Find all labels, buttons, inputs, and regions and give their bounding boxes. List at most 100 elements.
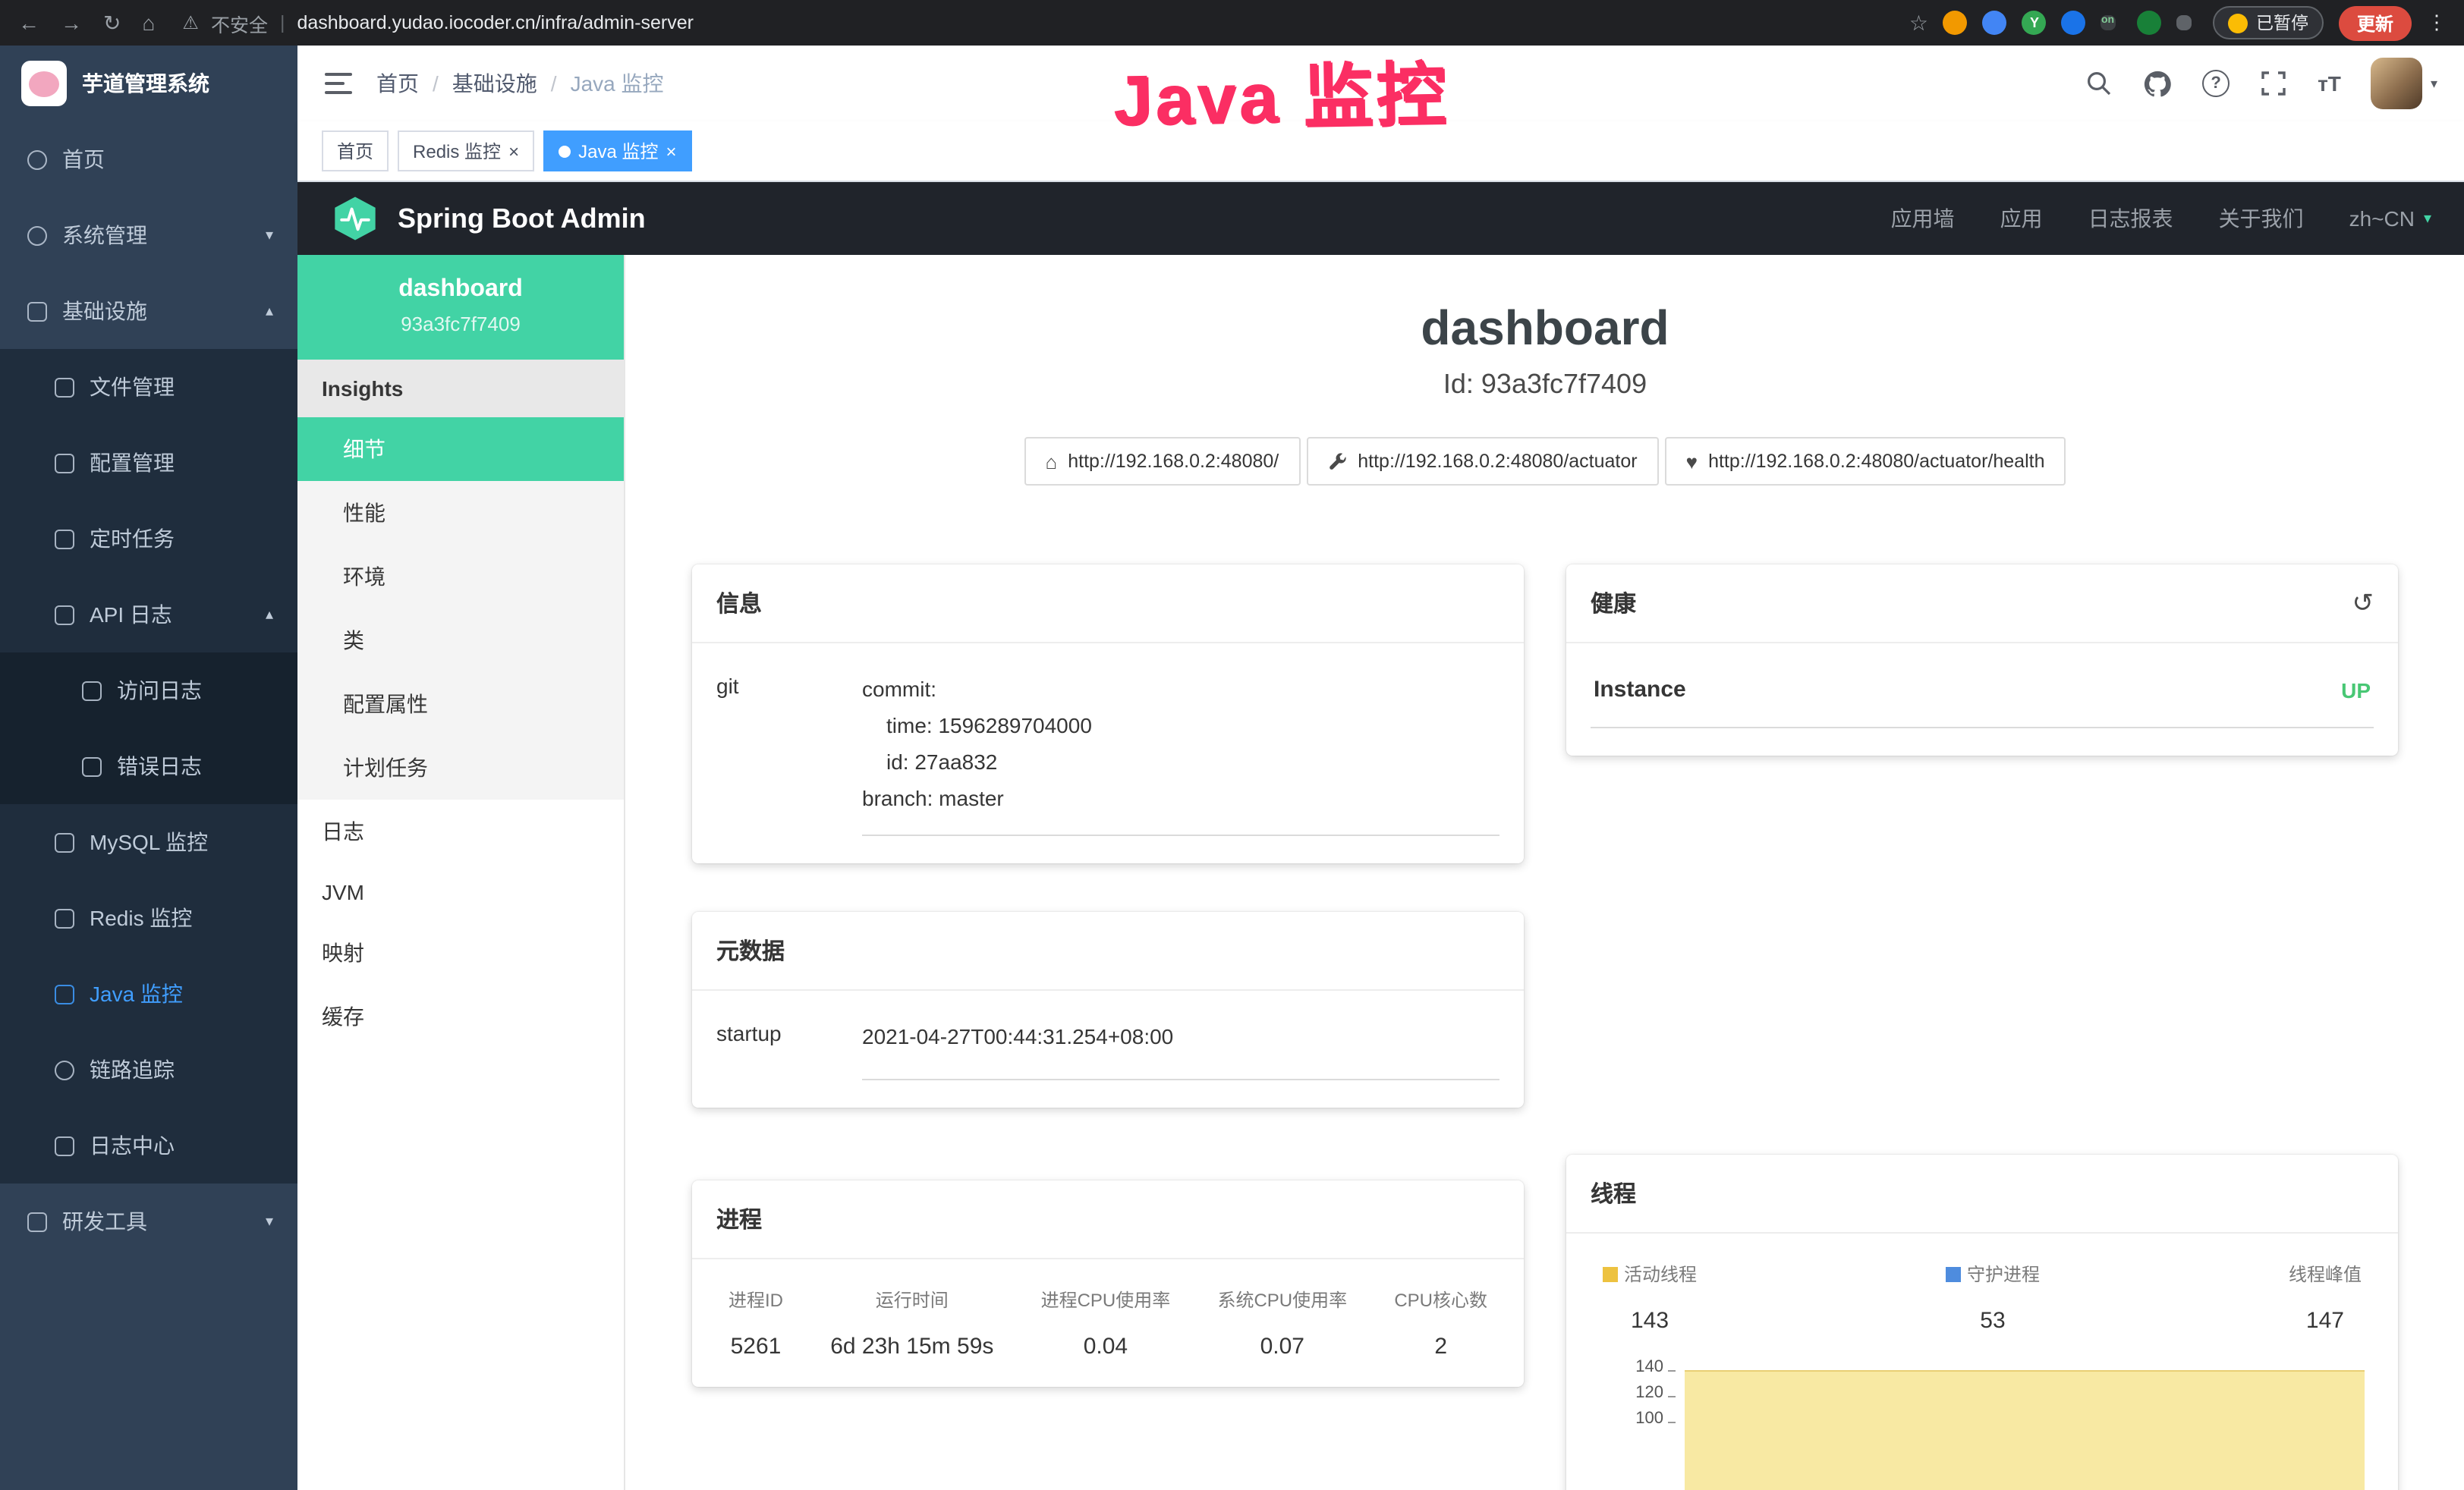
forward-icon[interactable]: → [61, 11, 82, 35]
admin-header: 首页 / 基础设施 / Java 监控 ? [297, 46, 2464, 121]
sba-item-caches[interactable]: 缓存 [297, 985, 624, 1048]
sidebar-toggle-icon[interactable] [325, 73, 352, 94]
close-icon[interactable]: × [508, 140, 519, 162]
sba-item-environment[interactable]: 环境 [297, 545, 624, 608]
home-icon: ⌂ [1046, 451, 1058, 471]
bookmark-star-icon[interactable]: ☆ [1909, 10, 1928, 36]
sidebar-item-scheduled-jobs[interactable]: 定时任务 [0, 501, 297, 577]
sba-item-metrics[interactable]: 性能 [297, 481, 624, 545]
sidebar-item-log-center[interactable]: 日志中心 [0, 1108, 297, 1184]
extension-icon-leaf[interactable] [2138, 11, 2162, 35]
extension-icon-green[interactable]: Y [2022, 11, 2047, 35]
back-icon[interactable]: ← [18, 11, 39, 35]
process-uptime: 运行时间 6d 23h 15m 59s [830, 1287, 993, 1360]
tab-home[interactable]: 首页 [322, 130, 389, 171]
app-title: 芋道管理系统 [82, 68, 209, 99]
sba-sidebar: dashboard 93a3fc7f7409 Insights 细节 性能 环境… [297, 255, 625, 1490]
sba-nav-journal[interactable]: 日志报表 [2088, 203, 2173, 234]
extensions-puzzle-icon[interactable] [2177, 15, 2192, 30]
paused-label: 已暂停 [2256, 11, 2308, 35]
sba-nav-wallboard[interactable]: 应用墙 [1891, 203, 1955, 234]
fullscreen-icon[interactable] [2260, 70, 2287, 97]
sba-nav: 应用墙 应用 日志报表 关于我们 zh~CN ▾ [1891, 203, 2431, 234]
chevron-up-icon: ▴ [266, 606, 273, 623]
extension-icon-orange[interactable] [1943, 11, 1968, 35]
sba-item-scheduled-tasks[interactable]: 计划任务 [297, 736, 624, 800]
sidebar-item-config-management[interactable]: 配置管理 [0, 425, 297, 501]
profile-paused-badge[interactable]: 已暂停 [2214, 6, 2324, 39]
extension-icon-pin[interactable] [1983, 11, 2007, 35]
sidebar-item-api-log[interactable]: API 日志 ▴ [0, 577, 297, 652]
sba-locale-select[interactable]: zh~CN ▾ [2349, 206, 2431, 231]
threads-chart-area [1685, 1370, 2365, 1490]
chevron-down-icon: ▾ [266, 227, 273, 244]
info-value: commit: time: 1596289704000 id: 27aa832 … [862, 671, 1499, 836]
schedule-icon [55, 529, 74, 549]
update-button[interactable]: 更新 [2339, 5, 2412, 40]
threads-card-title: 线程 [1566, 1155, 2398, 1234]
wrench-icon [1327, 451, 1347, 471]
sidebar-item-redis-monitor[interactable]: Redis 监控 [0, 880, 297, 956]
sba-item-mappings[interactable]: 映射 [297, 921, 624, 985]
sidebar-item-mysql-monitor[interactable]: MySQL 监控 [0, 804, 297, 880]
close-icon[interactable]: × [666, 140, 676, 162]
sidebar-item-system-management[interactable]: 系统管理 ▾ [0, 197, 297, 273]
main-column: 首页 / 基础设施 / Java 监控 ? [297, 46, 2464, 1490]
sba-nav-applications[interactable]: 应用 [2000, 203, 2043, 234]
infrastructure-icon [27, 301, 47, 321]
legend-square-yellow [1603, 1267, 1618, 1282]
process-pid: 进程ID 5261 [729, 1287, 783, 1360]
sba-item-details[interactable]: 细节 [297, 417, 624, 481]
extension-icon-grid[interactable] [2062, 11, 2086, 35]
page-title: dashboard [692, 300, 2398, 357]
sba-nav-about[interactable]: 关于我们 [2219, 203, 2304, 234]
sidebar-item-file-management[interactable]: 文件管理 [0, 349, 297, 425]
help-icon[interactable]: ? [2202, 70, 2230, 97]
browser-chrome: ← → ↻ ⌂ ⚠ 不安全 | dashboard.yudao.iocoder.… [0, 0, 2464, 46]
profile-emoji-icon [2229, 13, 2248, 33]
actuator-url-link[interactable]: http://192.168.0.2:48080/actuator [1306, 437, 1658, 486]
browser-home-icon[interactable]: ⌂ [142, 11, 155, 35]
cards-grid: 信息 git commit: time: 1596289704000 id: 2… [692, 564, 2398, 1490]
sidebar-item-devtools[interactable]: 研发工具 ▾ [0, 1184, 297, 1259]
tab-java-monitor[interactable]: Java 监控 × [543, 130, 691, 171]
sba-item-classes[interactable]: 类 [297, 608, 624, 672]
browser-menu-icon[interactable]: ⋮ [2427, 11, 2447, 35]
user-menu[interactable]: ▾ [2371, 58, 2437, 109]
sba-body: dashboard 93a3fc7f7409 Insights 细节 性能 环境… [297, 255, 2464, 1490]
info-git-row: git commit: time: 1596289704000 id: 27aa… [716, 671, 1499, 836]
threads-peak: 线程峰值 147 [2289, 1261, 2362, 1334]
sidebar-item-infrastructure[interactable]: 基础设施 ▴ [0, 273, 297, 349]
reload-icon[interactable]: ↻ [103, 10, 121, 36]
sba-item-jvm[interactable]: JVM [297, 863, 624, 921]
trace-icon [55, 1060, 74, 1080]
sba-instance-header[interactable]: dashboard 93a3fc7f7409 [297, 255, 624, 360]
menu-label: Java 监控 [90, 979, 183, 1009]
process-card-title: 进程 [692, 1180, 1524, 1259]
breadcrumb-section[interactable]: 基础设施 [452, 68, 537, 99]
access-log-icon [82, 681, 102, 700]
tab-redis-monitor[interactable]: Redis 监控 × [398, 130, 534, 171]
process-card: 进程 进程ID 5261 运行时间 [692, 1180, 1524, 1387]
font-size-icon[interactable]: тT [2318, 71, 2341, 96]
extension-icon-on[interactable]: on [2101, 15, 2116, 30]
sidebar-item-java-monitor[interactable]: Java 监控 [0, 956, 297, 1032]
sidebar-item-trace[interactable]: 链路追踪 [0, 1032, 297, 1108]
health-instance-row[interactable]: Instance UP [1591, 671, 2374, 728]
sba-brand-title[interactable]: Spring Boot Admin [398, 203, 646, 234]
breadcrumb-home[interactable]: 首页 [376, 68, 419, 99]
sidebar-item-access-log[interactable]: 访问日志 [0, 652, 297, 728]
service-url-link[interactable]: ⌂ http://192.168.0.2:48080/ [1024, 437, 1301, 486]
github-icon[interactable] [2143, 69, 2172, 98]
sidebar-item-home[interactable]: 首页 [0, 121, 297, 197]
address-bar[interactable]: ⚠ 不安全 | dashboard.yudao.iocoder.cn/infra… [182, 8, 694, 37]
health-url-link[interactable]: ♥ http://192.168.0.2:48080/actuator/heal… [1665, 437, 2066, 486]
search-icon[interactable] [2085, 70, 2113, 97]
sidebar-item-error-log[interactable]: 错误日志 [0, 728, 297, 804]
sba-item-config-props[interactable]: 配置属性 [297, 672, 624, 736]
menu-label: 定时任务 [90, 523, 175, 554]
app-logo[interactable]: 芋道管理系统 [0, 46, 297, 121]
history-icon[interactable]: ↺ [2352, 588, 2374, 618]
log-center-icon [55, 1136, 74, 1155]
sba-item-logs[interactable]: 日志 [297, 800, 624, 863]
